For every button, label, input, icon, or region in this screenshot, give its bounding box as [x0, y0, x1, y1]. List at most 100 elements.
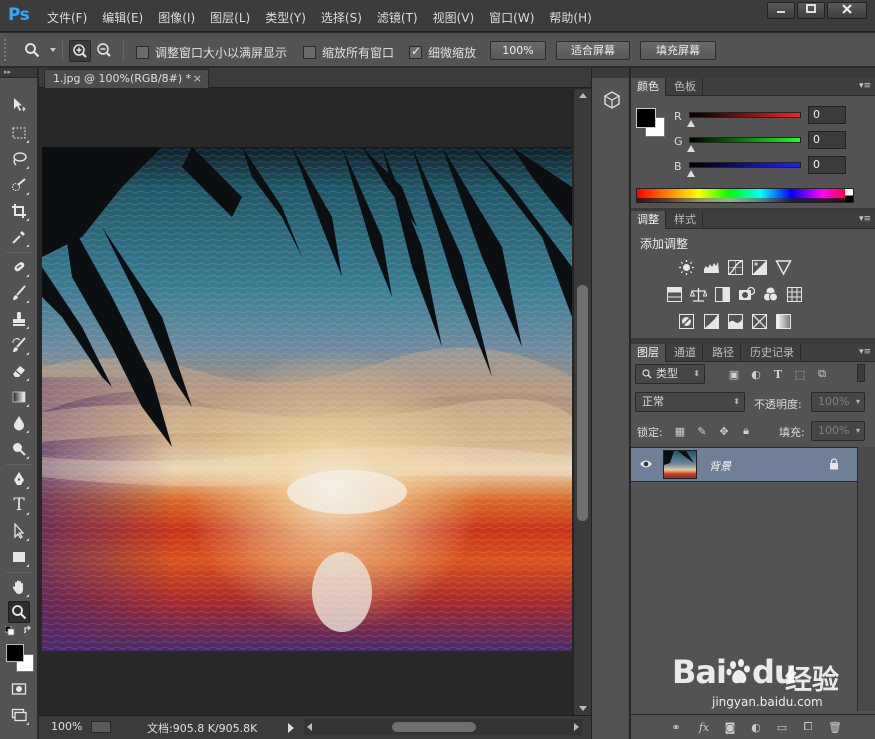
rectangle-tool[interactable]: [8, 546, 30, 568]
close-tab-icon[interactable]: ×: [193, 70, 202, 87]
checkbox-box-checked[interactable]: [409, 44, 422, 59]
brightness-contrast-icon[interactable]: [678, 259, 695, 276]
menu-filter[interactable]: 滤镜(T): [377, 9, 418, 26]
black-white-icon[interactable]: [714, 286, 731, 303]
horizontal-scrollbar[interactable]: [304, 719, 582, 735]
gradient-map-icon[interactable]: [775, 313, 792, 330]
checkbox-box[interactable]: [136, 46, 149, 59]
menu-select[interactable]: 选择(S): [321, 9, 362, 26]
fill-field[interactable]: 100% ▾: [811, 421, 865, 441]
zoom-out-button[interactable]: [94, 40, 116, 62]
hand-tool[interactable]: [8, 576, 30, 598]
menu-image[interactable]: 图像(I): [158, 9, 195, 26]
menu-layer[interactable]: 图层(L): [210, 9, 250, 26]
selective-color-icon[interactable]: [751, 313, 768, 330]
lasso-tool[interactable]: [8, 148, 30, 170]
filter-smart-object-icon[interactable]: ⧉: [815, 367, 829, 381]
filter-adjustment-icon[interactable]: ◐: [749, 367, 763, 381]
photo-filter-icon[interactable]: [738, 286, 755, 303]
curves-icon[interactable]: [727, 259, 744, 276]
menu-file[interactable]: 文件(F): [47, 9, 87, 26]
blue-slider-track[interactable]: [689, 162, 801, 168]
new-layer-icon[interactable]: ⧠: [801, 720, 815, 734]
gradient-tool[interactable]: [8, 386, 30, 408]
green-slider-knob[interactable]: [687, 145, 695, 152]
swap-colors-icon[interactable]: [23, 625, 34, 636]
screen-mode-button[interactable]: [8, 704, 30, 726]
vibrance-icon[interactable]: [775, 259, 792, 276]
type-tool[interactable]: T: [8, 494, 30, 516]
new-group-icon[interactable]: ▭: [775, 720, 789, 734]
red-slider-track[interactable]: [689, 112, 801, 118]
tools-panel-header[interactable]: ▸▸: [0, 68, 37, 78]
zoom-tool-icon[interactable]: [24, 42, 40, 58]
color-lookup-icon[interactable]: [786, 286, 803, 303]
hue-saturation-icon[interactable]: [666, 286, 683, 303]
panel-menu-icon[interactable]: ▾≡: [859, 214, 871, 224]
healing-brush-tool[interactable]: [8, 256, 30, 278]
document-tab[interactable]: 1.jpg @ 100%(RGB/8#) * ×: [44, 69, 209, 88]
delete-layer-icon[interactable]: 🗑︎: [828, 720, 842, 734]
fill-screen-button[interactable]: 填充屏幕: [640, 41, 716, 60]
dodge-tool[interactable]: [8, 438, 30, 460]
history-brush-tool[interactable]: [8, 334, 30, 356]
crop-tool[interactable]: [8, 200, 30, 222]
move-tool[interactable]: [8, 94, 30, 116]
fit-screen-button[interactable]: 适合屏幕: [556, 41, 630, 60]
blue-slider-knob[interactable]: [687, 170, 695, 177]
tab-channels[interactable]: 通道: [668, 344, 703, 362]
layer-name[interactable]: 背景: [709, 458, 731, 474]
actual-pixels-button[interactable]: 100%: [490, 41, 546, 60]
scroll-right-arrow-icon[interactable]: [574, 723, 579, 731]
channel-mixer-icon[interactable]: [762, 286, 779, 303]
add-mask-icon[interactable]: ◙: [723, 720, 737, 734]
path-selection-tool[interactable]: [8, 520, 30, 542]
opacity-field[interactable]: 100% ▾: [811, 392, 865, 412]
layer-row[interactable]: 背景: [631, 447, 857, 482]
blur-tool[interactable]: [8, 412, 30, 434]
filter-toggle-switch[interactable]: [857, 364, 865, 382]
color-panel-foreground-swatch[interactable]: [636, 108, 656, 128]
tab-paths[interactable]: 路径: [706, 344, 741, 362]
pen-tool[interactable]: [8, 468, 30, 490]
minimize-button[interactable]: [767, 2, 795, 19]
tab-history[interactable]: 历史记录: [744, 344, 801, 362]
eyedropper-tool[interactable]: [8, 226, 30, 248]
checkbox-box[interactable]: [303, 46, 316, 59]
red-value-field[interactable]: 0: [808, 106, 846, 124]
threshold-icon[interactable]: [727, 313, 744, 330]
panel-menu-icon[interactable]: ▾≡: [859, 81, 871, 91]
eraser-tool[interactable]: [8, 360, 30, 382]
lock-position-icon[interactable]: ✥: [717, 424, 731, 438]
canvas-image[interactable]: [42, 147, 572, 651]
close-window-button[interactable]: [827, 2, 867, 19]
default-colors-icon[interactable]: [5, 626, 15, 636]
quick-selection-tool[interactable]: [8, 174, 30, 196]
resize-windows-checkbox[interactable]: 调整窗口大小以满屏显示: [136, 44, 287, 61]
tab-styles[interactable]: 样式: [668, 211, 703, 229]
tab-layers[interactable]: 图层: [631, 344, 666, 362]
foreground-color-swatch[interactable]: [6, 644, 24, 662]
zoom-all-windows-checkbox[interactable]: 缩放所有窗口: [303, 44, 394, 61]
blend-mode-select[interactable]: 正常 ⬍: [635, 392, 745, 412]
menu-edit[interactable]: 编辑(E): [102, 9, 143, 26]
menu-type[interactable]: 类型(Y): [265, 9, 306, 26]
invert-icon[interactable]: [678, 313, 695, 330]
menu-window[interactable]: 窗口(W): [489, 9, 534, 26]
quick-mask-button[interactable]: [8, 678, 30, 700]
menu-view[interactable]: 视图(V): [433, 9, 475, 26]
filter-type-icon[interactable]: T: [771, 367, 785, 381]
tab-adjustments[interactable]: 调整: [631, 211, 666, 229]
scroll-down-arrow-icon[interactable]: [579, 706, 587, 711]
menu-help[interactable]: 帮助(H): [549, 9, 591, 26]
status-preview-icon[interactable]: [91, 721, 111, 733]
brush-tool[interactable]: [8, 282, 30, 304]
zoom-in-button[interactable]: [69, 40, 91, 62]
maximize-button[interactable]: [797, 2, 825, 19]
blue-value-field[interactable]: 0: [808, 156, 846, 174]
color-panel-header[interactable]: [631, 68, 875, 78]
lock-image-pixels-icon[interactable]: ✎: [695, 424, 709, 438]
red-slider-knob[interactable]: [687, 120, 695, 127]
fx-icon[interactable]: fx: [697, 720, 711, 734]
zoom-level[interactable]: 100%: [51, 720, 82, 733]
